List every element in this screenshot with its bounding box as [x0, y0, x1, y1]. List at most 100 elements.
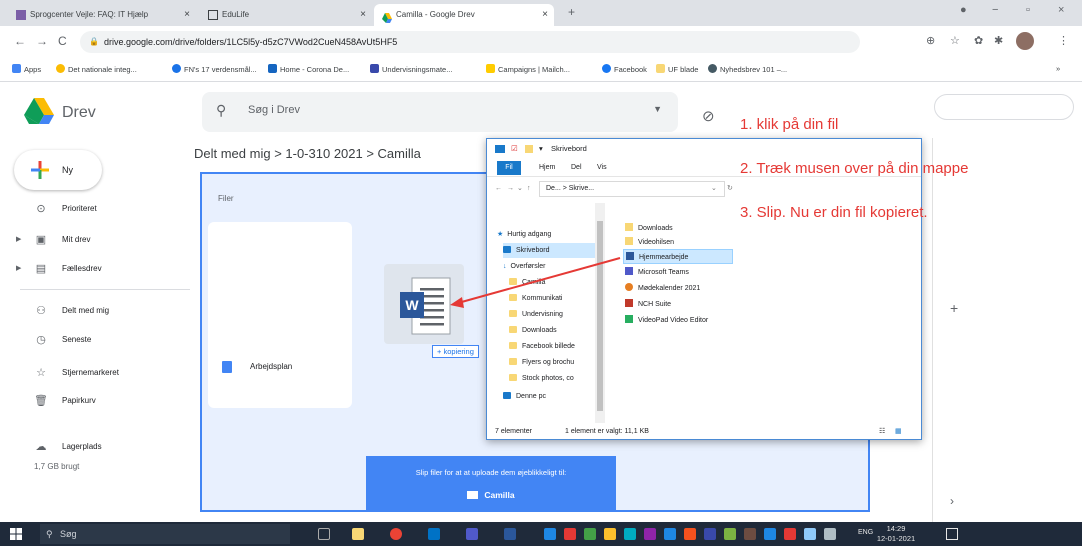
translate-icon[interactable]: ⊕ [926, 34, 935, 47]
task-view-icon[interactable] [318, 528, 330, 540]
refresh-icon[interactable]: ↻ [727, 177, 733, 201]
sidebar-item-storage[interactable]: ☁ Lagerplads [0, 436, 190, 458]
tab-google-drive[interactable]: Camilla - Google Drev × [374, 4, 554, 26]
window-close-icon[interactable]: × [1058, 4, 1064, 16]
file-item[interactable]: NCH Suite [623, 297, 733, 312]
word-icon[interactable] [504, 528, 516, 540]
language-indicator[interactable]: ENG [858, 529, 873, 536]
sidebar-item-shared-drives[interactable]: ▶ ▤ Fællesdrev [0, 258, 190, 280]
close-icon[interactable]: × [184, 4, 190, 26]
bookmark-item[interactable]: Nyhedsbrev 101 –... [708, 64, 787, 74]
qat-icon[interactable]: ☑ [511, 139, 518, 159]
sidebar-item-my-drive[interactable]: ▶ ▣ Mit drev [0, 229, 190, 251]
ribbon-tab-vis[interactable]: Vis [597, 159, 607, 177]
close-icon[interactable]: × [542, 4, 548, 26]
explorer-address-input[interactable]: De... > Skrive... [539, 181, 725, 197]
sidebar-item-recent[interactable]: ◷ Seneste [0, 329, 190, 351]
file-item[interactable]: Microsoft Teams [623, 265, 733, 280]
address-dropdown-icon[interactable]: ⌄ [711, 177, 717, 201]
sidebar-item-trash[interactable]: 🗑 Papirkurv [0, 390, 190, 412]
details-view-icon[interactable]: ☷ [879, 425, 885, 439]
nav-folder[interactable]: Undervisning [509, 307, 605, 322]
nav-folder[interactable]: Facebook billede [509, 339, 605, 354]
file-item[interactable]: VideoPad Video Editor [623, 313, 733, 328]
search-icon[interactable]: ⚲ [216, 102, 226, 119]
tray-app-icon[interactable] [764, 528, 776, 540]
back-icon[interactable]: ← [495, 177, 502, 201]
notifications-icon[interactable] [946, 528, 958, 540]
qat-dropdown-icon[interactable]: ▾ [539, 139, 543, 159]
reload-icon[interactable]: C [58, 34, 67, 48]
tray-app-icon[interactable] [704, 528, 716, 540]
bookmark-apps[interactable]: Apps [12, 64, 41, 74]
account-icon[interactable]: ● [960, 4, 967, 16]
search-options-icon[interactable]: ▼ [653, 104, 662, 114]
expand-caret-icon[interactable]: ▶ [16, 258, 21, 280]
nav-downloads[interactable]: ↓ Overførsler [503, 259, 603, 274]
bookmark-item[interactable]: Home - Corona De... [268, 64, 349, 74]
file-item-selected[interactable]: Hjemmearbejde [623, 249, 733, 264]
nav-folder[interactable]: Camilla [509, 275, 605, 290]
tray-app-icon[interactable] [544, 528, 556, 540]
tray-app-icon[interactable] [584, 528, 596, 540]
tray-app-icon[interactable] [724, 528, 736, 540]
sidebar-item-prioritized[interactable]: ⊙ Prioriteret [0, 198, 190, 220]
close-icon[interactable]: × [360, 4, 366, 26]
more-bookmarks-icon[interactable]: » [1056, 64, 1060, 73]
breadcrumb[interactable]: Delt med mig > 1-0-310 2021 > Camilla [194, 146, 421, 161]
chevron-right-icon[interactable]: › [950, 494, 954, 508]
ribbon-tab-del[interactable]: Del [571, 159, 582, 177]
forward-icon[interactable]: → [36, 34, 48, 48]
tab-faq[interactable]: Sprogcenter Vejle: FAQ: IT Hjælp × [8, 4, 196, 26]
tray-app-icon[interactable] [664, 528, 676, 540]
bookmark-item[interactable]: Undervisningsmate... [370, 64, 452, 74]
file-explorer-icon[interactable] [352, 528, 364, 540]
nav-folder[interactable]: Kommunikati [509, 291, 605, 306]
nav-desktop[interactable]: Skrivebord [503, 243, 603, 258]
nav-scrollbar-thumb[interactable] [597, 221, 603, 411]
file-item[interactable]: Mødekalender 2021 [623, 281, 733, 296]
large-icons-view-icon[interactable]: ▦ [895, 425, 902, 439]
header-pill[interactable] [934, 94, 1074, 120]
up-icon[interactable]: ↑ [527, 177, 531, 201]
bookmark-item[interactable]: UF blade [656, 64, 698, 74]
extension-icon[interactable]: ✿ [974, 34, 983, 47]
maximize-icon[interactable]: ▫ [1026, 4, 1030, 16]
minimize-icon[interactable]: − [992, 4, 998, 16]
file-item[interactable]: Videohilsen [623, 235, 733, 250]
tray-app-icon[interactable] [744, 528, 756, 540]
bookmark-item[interactable]: FN's 17 verdensmål... [172, 64, 257, 74]
tray-app-icon[interactable] [564, 528, 576, 540]
url-input[interactable]: 🔒 drive.google.com/drive/folders/1LC5l5y… [80, 31, 860, 53]
menu-dots-icon[interactable]: ⋮ [1058, 34, 1069, 47]
avatar[interactable] [1016, 32, 1034, 50]
nav-this-pc[interactable]: Denne pc [503, 389, 603, 404]
nav-quick-access[interactable]: ★ Hurtig adgang [497, 227, 597, 242]
forward-icon[interactable]: → [507, 177, 514, 201]
history-dropdown-icon[interactable]: ⌄ [517, 177, 523, 201]
file-explorer-window[interactable]: ☑ ▾ Skrivebord Fil Hjem Del Vis ← → ⌄ ↑ … [486, 138, 922, 440]
ribbon-tab-fil[interactable]: Fil [497, 161, 521, 175]
search-input[interactable]: ⚲ Søg i Drev ▼ [202, 92, 678, 132]
new-tab-icon[interactable]: + [568, 5, 575, 19]
google-drive-logo-icon[interactable] [24, 98, 54, 124]
file-item[interactable]: Downloads [623, 221, 733, 236]
explorer-titlebar[interactable]: ☑ ▾ Skrivebord [487, 139, 921, 159]
windows-start-icon[interactable] [10, 528, 22, 540]
tray-app-icon[interactable] [684, 528, 696, 540]
bookmark-item[interactable]: Campaigns | Mailch... [486, 64, 570, 74]
new-button[interactable]: Ny [14, 150, 102, 190]
teams-icon[interactable] [466, 528, 478, 540]
tray-app-icon[interactable] [624, 528, 636, 540]
nav-folder[interactable]: Downloads [509, 323, 605, 338]
puzzle-icon[interactable]: ✱ [994, 34, 1003, 47]
volume-icon[interactable] [824, 528, 836, 540]
tray-app-icon[interactable] [604, 528, 616, 540]
network-icon[interactable] [804, 528, 816, 540]
bookmark-item[interactable]: Facebook [602, 64, 647, 74]
file-name[interactable]: Arbejdsplan [250, 362, 292, 371]
help-icon[interactable]: ⊘ [702, 107, 715, 125]
file-card[interactable] [208, 222, 352, 408]
tray-app-icon[interactable] [784, 528, 796, 540]
add-addon-icon[interactable]: + [950, 300, 958, 316]
